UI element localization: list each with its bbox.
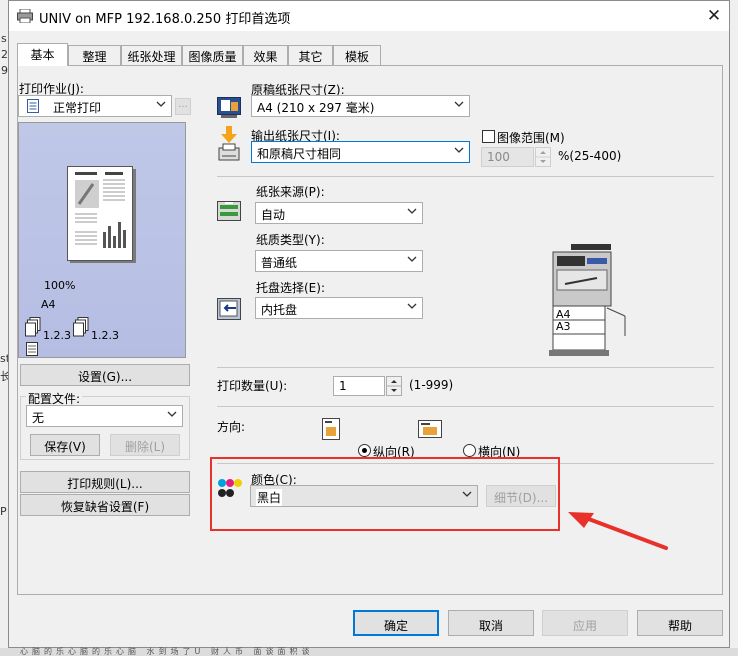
- help-button[interactable]: 帮助: [637, 610, 723, 636]
- output-size-select[interactable]: 和原稿尺寸相同: [251, 141, 470, 163]
- copies-range-label: (1-999): [409, 378, 454, 392]
- tab-effect[interactable]: 效果: [243, 45, 288, 65]
- profile-value: 无: [32, 411, 45, 425]
- chevron-down-icon: [454, 147, 464, 153]
- collate-stack-icon: [25, 317, 41, 337]
- collate-a-text: 1.2.3: [43, 329, 71, 342]
- orientation-label: 方向:: [217, 420, 246, 434]
- tab-paper-handling[interactable]: 纸张处理: [121, 45, 182, 65]
- original-size-value: A4 (210 x 297 毫米): [257, 101, 375, 115]
- background-window-left: [0, 0, 8, 656]
- chevron-down-icon: [407, 208, 417, 214]
- save-profile-button[interactable]: 保存(V): [30, 434, 100, 456]
- tab-others[interactable]: 其它: [288, 45, 333, 65]
- chevron-down-icon: [407, 303, 417, 309]
- original-size-icon: [217, 97, 241, 118]
- output-size-value: 和原稿尺寸相同: [257, 147, 342, 161]
- print-rules-button[interactable]: 打印规则(L)...: [20, 471, 190, 493]
- background-fragment: 2: [1, 48, 8, 61]
- chevron-down-icon: [407, 256, 417, 262]
- divider: [217, 406, 714, 407]
- tab-basic[interactable]: 基本: [17, 43, 68, 66]
- divider: [217, 176, 714, 177]
- printer-tray-a3-label: A3: [556, 320, 571, 333]
- tray-select-label: 托盘选择(E):: [256, 281, 325, 295]
- copies-value: 1: [339, 379, 347, 393]
- close-button[interactable]: ✕: [699, 4, 729, 28]
- print-job-more-button[interactable]: ...: [175, 98, 191, 115]
- chevron-down-icon: [454, 101, 464, 107]
- tab-image-quality[interactable]: 图像质量: [182, 45, 243, 65]
- paper-source-icon: [217, 201, 241, 221]
- preview-paper-text: A4: [41, 298, 56, 311]
- tab-finishing[interactable]: 整理: [68, 45, 121, 65]
- collate-b-text: 1.2.3: [91, 329, 119, 342]
- profile-select[interactable]: 无: [26, 405, 183, 427]
- paper-source-label: 纸张来源(P):: [256, 185, 325, 199]
- cancel-button[interactable]: 取消: [448, 610, 534, 636]
- copies-spinner-icon[interactable]: [386, 376, 402, 396]
- print-job-value: 正常打印: [53, 101, 102, 115]
- apply-button[interactable]: 应用: [542, 610, 628, 636]
- landscape-radio[interactable]: [463, 444, 476, 457]
- zoom-input[interactable]: 100: [481, 147, 534, 167]
- original-size-select[interactable]: A4 (210 x 297 毫米): [251, 95, 470, 117]
- mfp-printer-illustration: [549, 244, 626, 356]
- zoom-range-label: %(25-400): [558, 149, 622, 163]
- portrait-radio[interactable]: [358, 444, 371, 457]
- delete-profile-button[interactable]: 删除(L): [110, 434, 180, 456]
- annotation-arrow-icon: [568, 512, 668, 550]
- printer-icon: [17, 9, 33, 23]
- output-tray-icon: [217, 298, 241, 320]
- tray-value: 内托盘: [261, 303, 298, 317]
- preview-zoom-text: 100%: [44, 279, 76, 292]
- background-window-right: [730, 0, 738, 656]
- chevron-down-icon: [156, 101, 166, 107]
- copies-input[interactable]: 1: [333, 376, 385, 396]
- paper-type-select[interactable]: 普通纸: [255, 250, 423, 272]
- ok-button[interactable]: 确定: [353, 610, 439, 636]
- image-range-checkbox[interactable]: [482, 130, 495, 143]
- document-icon: [27, 99, 39, 113]
- window-title: UNIV on MFP 192.168.0.250 打印首选项: [39, 12, 291, 27]
- background-fragment: 9: [1, 64, 8, 77]
- zoom-spinner-icon[interactable]: [535, 147, 551, 167]
- page-preview: 100% A4 1.2.3 1.2.3: [18, 122, 186, 358]
- background-fragment: s: [1, 32, 7, 45]
- copies-label: 打印数量(U):: [217, 379, 288, 393]
- paper-type-label: 纸质类型(Y):: [256, 233, 325, 247]
- chevron-down-icon: [167, 411, 177, 417]
- print-job-select[interactable]: 正常打印: [18, 95, 172, 117]
- annotation-highlight-box: [210, 457, 560, 531]
- tab-template[interactable]: 模板: [333, 45, 381, 65]
- tray-select[interactable]: 内托盘: [255, 297, 423, 319]
- restore-defaults-button[interactable]: 恢复缺省设置(F): [20, 494, 190, 516]
- divider: [217, 367, 714, 368]
- paper-type-value: 普通纸: [261, 256, 298, 270]
- settings-button[interactable]: 设置(G)...: [20, 364, 190, 386]
- image-range-label: 图像范围(M): [497, 131, 565, 145]
- paper-source-select[interactable]: 自动: [255, 202, 423, 224]
- zoom-value: 100: [487, 150, 510, 164]
- collate-stack-icon: [73, 317, 89, 337]
- paper-source-value: 自动: [261, 208, 286, 222]
- landscape-page-icon: [418, 420, 442, 438]
- background-fragment: P: [0, 505, 7, 518]
- portrait-page-icon: [322, 418, 340, 440]
- title-bar: UNIV on MFP 192.168.0.250 打印首选项 ✕: [9, 1, 729, 31]
- single-page-icon: [26, 342, 38, 356]
- document-preview-icon: [67, 166, 136, 263]
- background-taskbar-text: 心脑的乐心脑的乐心脑 水到场了U 财人币 面谈面积谈: [20, 647, 314, 656]
- output-size-icon: [218, 126, 240, 161]
